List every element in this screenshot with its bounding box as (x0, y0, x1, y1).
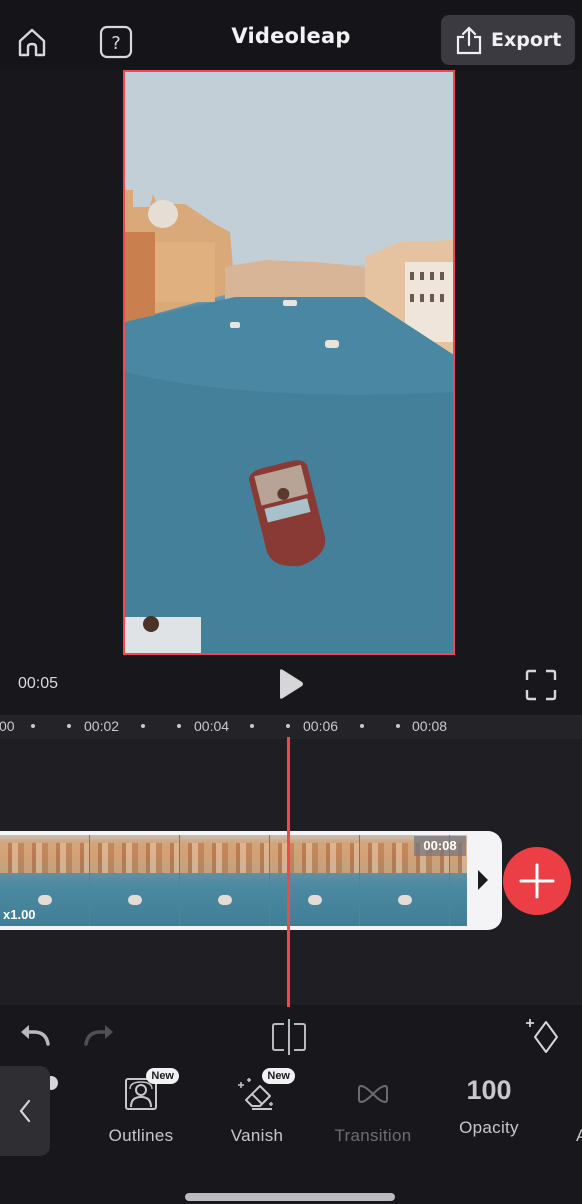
play-icon (280, 669, 303, 699)
chevron-left-icon (19, 1099, 31, 1123)
video-preview[interactable] (123, 70, 455, 655)
new-badge: New (262, 1068, 295, 1084)
ruler-tick-label: 00:08 (412, 718, 448, 734)
tool-icon-wrap (353, 1074, 393, 1114)
clip-trim-handle-icon[interactable] (478, 870, 488, 890)
add-keyframe-icon (526, 1019, 558, 1053)
transition-icon (358, 1084, 388, 1104)
clip-duration-badge: 00:08 (414, 836, 466, 856)
undo-icon (21, 1025, 50, 1046)
current-time: 00:05 (18, 675, 59, 692)
back-button[interactable] (0, 1066, 50, 1156)
home-indicator[interactable] (185, 1193, 395, 1201)
venice-canal-image (125, 72, 453, 653)
play-button[interactable] (272, 666, 308, 702)
new-badge: New (146, 1068, 179, 1084)
ruler-tick-dot (250, 724, 254, 728)
undo-button[interactable] (18, 1020, 52, 1050)
ruler-tick-label: 00:02 (84, 718, 120, 734)
ruler-tick-label: 00 (0, 718, 15, 734)
fullscreen-button[interactable] (524, 668, 558, 702)
clip-frame (90, 835, 180, 926)
split-icon (272, 1019, 306, 1055)
tool-icon-wrap: New (237, 1068, 295, 1114)
tool-transition[interactable]: Transition (318, 1070, 428, 1154)
clip-frame (180, 835, 270, 926)
clip-speed-label: x1.00 (3, 907, 36, 922)
export-label: Export (491, 29, 562, 51)
tool-label: Transition (334, 1126, 412, 1145)
ruler-tick-dot (31, 724, 35, 728)
clip-frame (270, 835, 360, 926)
export-button[interactable]: Export (441, 15, 575, 65)
ruler-tick-dot (67, 724, 71, 728)
ruler-tick-dot (177, 724, 181, 728)
tool-vanish[interactable]: New Vanish (202, 1068, 312, 1154)
plus-icon (519, 863, 555, 899)
playhead[interactable] (287, 737, 290, 1007)
redo-icon (84, 1025, 113, 1046)
top-bar: ? Videoleap Export (0, 0, 582, 70)
ruler-tick-dot (396, 724, 400, 728)
tool-opacity[interactable]: 100 Opacity (434, 1070, 544, 1154)
opacity-value: 100 (466, 1075, 512, 1105)
fullscreen-icon (525, 669, 557, 701)
tool-icon-wrap: New (121, 1068, 179, 1114)
tool-item-partial-right[interactable]: A (576, 1126, 582, 1146)
tool-label: Opacity (459, 1118, 519, 1137)
share-upload-icon (456, 26, 482, 55)
split-button[interactable] (270, 1018, 308, 1056)
tool-label: Outlines (108, 1126, 174, 1145)
tool-outlines[interactable]: New Outlines (86, 1068, 196, 1154)
ruler-tick-dot (360, 724, 364, 728)
ruler-tick-label: 00:04 (194, 718, 230, 734)
redo-button[interactable] (82, 1020, 116, 1050)
add-media-button[interactable] (503, 847, 571, 915)
time-ruler[interactable]: 00 00:02 00:04 00:06 00:08 (0, 715, 582, 739)
tool-label: Vanish (230, 1126, 284, 1145)
tool-bar[interactable]: t New Outlines New Vanish (0, 1062, 582, 1158)
ruler-tick-label: 00:06 (303, 718, 339, 734)
ruler-tick-dot (141, 724, 145, 728)
clip-thumbnails[interactable] (0, 835, 467, 926)
ruler-tick-dot (286, 724, 290, 728)
add-keyframe-button[interactable] (524, 1016, 562, 1056)
